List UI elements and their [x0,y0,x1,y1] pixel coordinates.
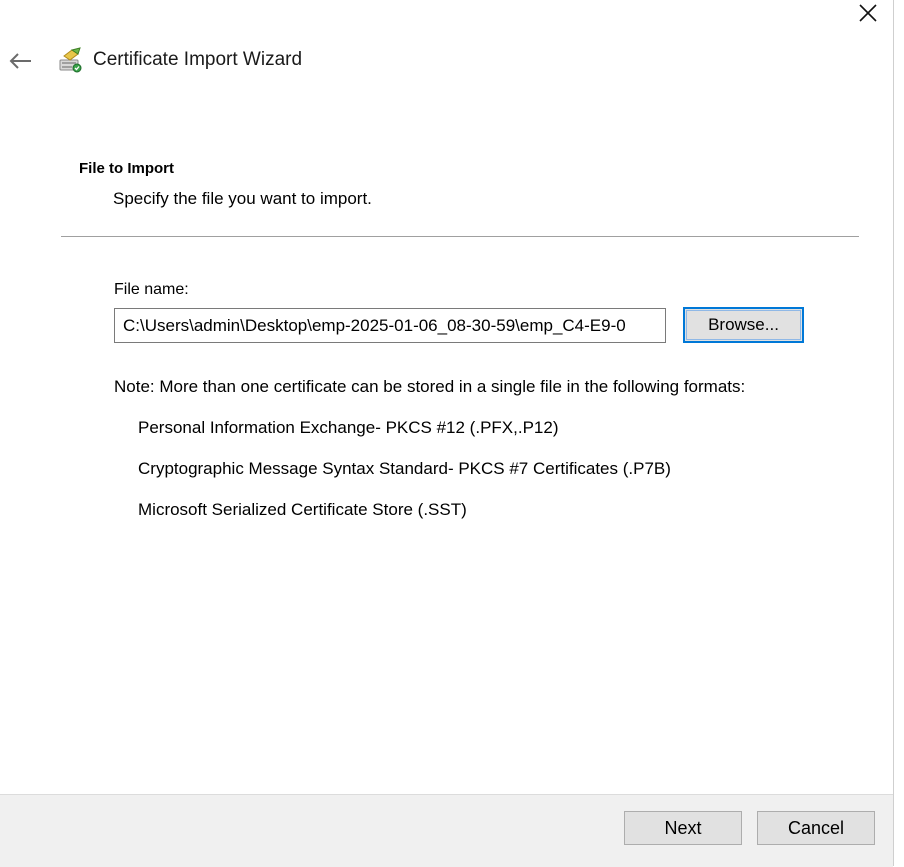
back-arrow-icon [9,53,31,69]
certificate-wizard-icon [56,46,84,76]
next-button[interactable]: Next [624,811,742,845]
format-item-sst: Microsoft Serialized Certificate Store (… [138,500,467,519]
wizard-window: Certificate Import Wizard File to Import… [0,0,894,867]
close-button[interactable] [848,0,888,26]
section-heading: File to Import [79,160,174,177]
format-item-p7b: Cryptographic Message Syntax Standard- P… [138,459,671,478]
header-divider [61,236,859,237]
window-edge [894,0,904,866]
formats-note: Note: More than one certificate can be s… [114,377,746,396]
file-name-label: File name: [114,281,189,298]
wizard-title: Certificate Import Wizard [93,49,303,70]
close-icon [859,4,877,22]
file-name-input[interactable] [114,308,666,343]
browse-button[interactable]: Browse... [683,307,804,343]
format-item-pfx: Personal Information Exchange- PKCS #12 … [138,418,559,437]
section-description: Specify the file you want to import. [113,189,372,208]
cancel-button[interactable]: Cancel [757,811,875,845]
back-button[interactable] [4,46,36,76]
browse-button-label: Browse... [708,315,779,334]
